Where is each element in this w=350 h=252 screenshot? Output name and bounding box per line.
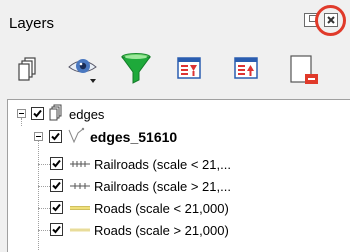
railroad-cross-icon xyxy=(70,183,90,189)
rule-checkbox[interactable] xyxy=(50,223,63,236)
close-highlight-circle xyxy=(315,5,346,36)
expand-all-icon xyxy=(177,57,201,79)
rule-label: Railroads (scale < 21,... xyxy=(94,157,231,172)
eye-dropdown-icon xyxy=(68,59,97,83)
rule-label: Railroads (scale > 21,... xyxy=(94,179,231,194)
line-layer-icon xyxy=(68,127,85,144)
layer-checkbox[interactable] xyxy=(49,130,62,143)
tree-rule-row[interactable]: Roads (scale < 21,000) xyxy=(8,197,350,219)
add-group-button[interactable] xyxy=(14,52,42,84)
expand-all-button[interactable] xyxy=(175,52,203,84)
collapse-icon[interactable] xyxy=(34,132,43,141)
road-icon xyxy=(70,206,90,210)
tree-rule-row[interactable]: Railroads (scale < 21,... xyxy=(8,153,350,175)
road-light-icon xyxy=(70,228,90,232)
panel-title-bar: Layers xyxy=(0,0,350,40)
checkmark-icon xyxy=(52,225,61,234)
remove-layer-button[interactable] xyxy=(286,52,320,84)
remove-layer-icon xyxy=(290,55,318,84)
filter-legend-button[interactable] xyxy=(119,52,153,84)
checkmark-icon xyxy=(33,109,42,118)
tree-layer-row[interactable]: edges_51610 xyxy=(8,127,268,149)
collapse-icon[interactable] xyxy=(17,109,26,118)
checkmark-icon xyxy=(52,159,61,168)
funnel-icon xyxy=(121,53,151,84)
manage-visibility-button[interactable] xyxy=(66,52,102,84)
collapse-all-button[interactable] xyxy=(232,52,260,84)
group-checkbox[interactable] xyxy=(31,107,44,120)
collapse-all-icon xyxy=(234,57,258,79)
rule-checkbox[interactable] xyxy=(50,179,63,192)
toolbar xyxy=(0,40,350,98)
add-group-icon xyxy=(18,57,36,81)
tree-rule-row[interactable]: Roads (scale > 21,000) xyxy=(8,219,350,241)
tree-group-row[interactable]: edges xyxy=(8,104,208,126)
rule-checkbox[interactable] xyxy=(50,157,63,170)
tree-rule-row[interactable]: Railroads (scale > 21,... xyxy=(8,175,350,197)
rule-label: Roads (scale > 21,000) xyxy=(94,223,229,238)
checkmark-icon xyxy=(51,132,60,141)
checkmark-icon xyxy=(52,181,61,190)
rule-label: Roads (scale < 21,000) xyxy=(94,201,229,216)
rule-checkbox[interactable] xyxy=(50,201,63,214)
railroad-icon xyxy=(70,161,90,167)
checkmark-icon xyxy=(52,203,61,212)
group-label: edges xyxy=(69,107,105,122)
layer-label: edges_51610 xyxy=(90,129,178,145)
panel-title: Layers xyxy=(9,15,55,32)
layer-tree: edges edges_51610 Railroads (scale < 21,… xyxy=(7,99,350,252)
group-icon xyxy=(49,104,62,121)
